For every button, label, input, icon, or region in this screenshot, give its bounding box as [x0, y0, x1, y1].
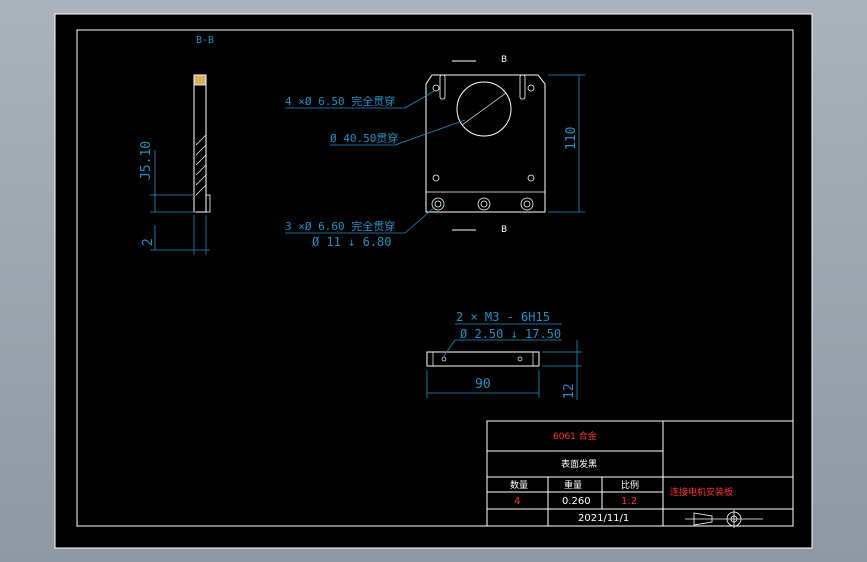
- callout-thread: 2 × M3 - 6H15: [456, 310, 550, 324]
- callout-center-bore: Ø 40.50贯穿: [330, 131, 398, 145]
- header-qty: 数量: [510, 479, 528, 491]
- section-mark-top: B: [501, 55, 507, 65]
- sheet-background: [54, 13, 813, 549]
- dim-width-90: 90: [475, 377, 491, 392]
- callout-tap-drill: Ø 2.50 ↓ 17.50: [460, 327, 561, 341]
- title-material: 6061 合金: [553, 430, 597, 442]
- header-scale: 比例: [621, 479, 639, 491]
- callout-top-holes: 4 ×Ø 6.50 完全贯穿: [285, 94, 395, 108]
- title-finish: 表面发黑: [561, 458, 597, 470]
- dim-height-12: 12: [562, 383, 577, 399]
- cad-viewport: B-B J5.10 2 B B 4 ×Ø 6.50 完全贯穿 Ø 40.50贯穿…: [0, 0, 867, 562]
- dim-height-110: 110: [564, 127, 579, 150]
- title-part-name: 连接电机安装板: [670, 486, 733, 498]
- section-mark-bottom: B: [501, 225, 507, 235]
- callout-bottom-holes: 3 ×Ø 6.60 完全贯穿: [285, 219, 395, 233]
- title-date: 2021/11/1: [578, 513, 629, 524]
- side-dim-height: J5.10: [139, 141, 154, 180]
- value-weight: 0.260: [562, 496, 591, 507]
- drawing-canvas: B-B J5.10 2 B B 4 ×Ø 6.50 完全贯穿 Ø 40.50贯穿…: [54, 13, 813, 549]
- side-dim-thickness: 2: [141, 238, 156, 246]
- callout-counterbore: Ø 11 ↓ 6.80: [312, 235, 391, 249]
- view-label: B-B: [196, 35, 214, 46]
- value-qty: 4: [514, 496, 520, 507]
- header-weight: 重量: [564, 479, 582, 491]
- value-scale: 1:2: [621, 496, 637, 507]
